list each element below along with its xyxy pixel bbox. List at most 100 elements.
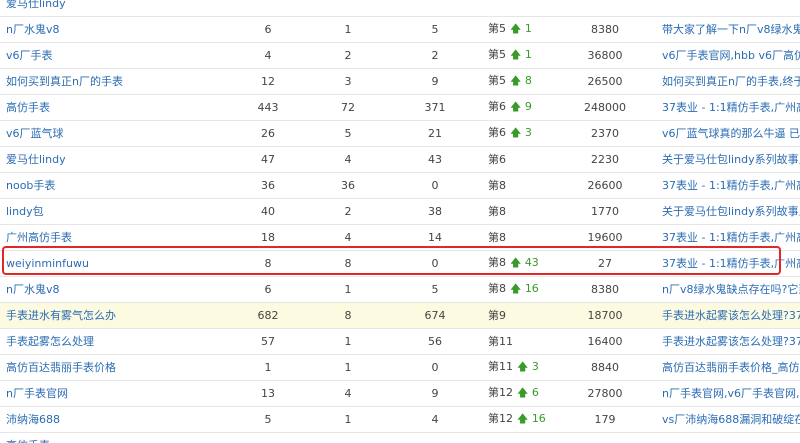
count-cell-c3: 43 bbox=[388, 146, 482, 173]
keyword-link[interactable]: 沛纳海688 bbox=[6, 413, 60, 426]
count-cell-c2: 2 bbox=[308, 198, 388, 225]
page-title-link[interactable]: v6厂蓝气球真的那么牛逼 已经到了可以进专柜 bbox=[662, 127, 800, 140]
keyword-link[interactable]: 高仿手表 bbox=[6, 101, 50, 114]
count-cell-c3 bbox=[388, 0, 482, 17]
up-arrow-icon: 🡅 bbox=[517, 359, 529, 373]
table-row: n厂水鬼v8615第5🡅 18380带大家了解一下n厂v8绿水鬼调节时间的方法 … bbox=[0, 16, 800, 43]
rank-cell: 第8 bbox=[482, 198, 554, 225]
keyword-cell: v6厂蓝气球 bbox=[0, 120, 228, 147]
keyword-cell: n厂手表官网 bbox=[0, 380, 228, 407]
count-cell-c1: 4 bbox=[228, 42, 308, 69]
keyword-link[interactable]: 如何买到真正n厂的手表 bbox=[6, 75, 123, 88]
up-arrow-icon: 🡅 bbox=[517, 385, 529, 399]
page-title-link[interactable]: 手表进水起雾该怎么处理?37教你简单几招完美 bbox=[662, 309, 800, 322]
index-cell: 8380 bbox=[554, 276, 656, 303]
keyword-link[interactable]: v6厂蓝气球 bbox=[6, 127, 64, 140]
keyword-link[interactable]: weiyinminfuwu bbox=[6, 257, 89, 270]
page-title-link[interactable]: vs厂沛纳海688漏洞和破绽在哪里?vs厂688质 bbox=[662, 413, 800, 426]
keyword-link[interactable]: 手表起雾怎么处理 bbox=[6, 335, 94, 348]
page-title-link[interactable]: 带大家了解一下n厂v8绿水鬼调节时间的方法 - bbox=[662, 23, 800, 36]
keyword-cell: weiyinminfuwu bbox=[0, 250, 228, 277]
title-cell: 手表进水起雾该怎么处理?37教你简单几招完美 bbox=[656, 328, 800, 355]
rank-change-value: 16 bbox=[531, 411, 546, 425]
table-row: v6厂蓝气球 26521 第6 🡅 3 2370 v6厂蓝气球真的那么牛逼 已经到了可以进… bbox=[0, 120, 800, 147]
rank-change-value: 9 bbox=[524, 99, 532, 113]
index-cell: 27 bbox=[554, 250, 656, 277]
rank-label: 第6 bbox=[488, 99, 506, 113]
rank-label: 第6 bbox=[488, 125, 506, 139]
count-cell-c3: 5 bbox=[388, 276, 482, 303]
keyword-link[interactable]: n厂手表官网 bbox=[6, 387, 68, 400]
count-cell-c2: 4 bbox=[308, 146, 388, 173]
rank-change-value: 43 bbox=[524, 255, 539, 269]
keyword-link[interactable]: 手表进水有雾气怎么办 bbox=[6, 309, 116, 322]
page-title-link[interactable]: n厂手表官网,v6厂手表官网,hbb v6厂高仿手表 bbox=[662, 387, 800, 400]
page-title-link[interactable]: 如何买到真正n厂的手表,终于找到哪里拿货了 - bbox=[662, 75, 800, 88]
title-cell: v6厂手表官网,hbb v6厂高仿手表 - 37表业 bbox=[656, 42, 800, 69]
title-cell bbox=[656, 0, 800, 17]
keyword-link[interactable]: noob手表 bbox=[6, 179, 55, 192]
rank-cell: 第11 bbox=[482, 328, 554, 355]
count-cell-c1: 40 bbox=[228, 198, 308, 225]
keyword-link[interactable]: lindy包 bbox=[6, 205, 44, 218]
page-title-link[interactable]: 37表业 - 1:1精仿手表,广州高仿手表 noob n厂 bbox=[662, 179, 800, 192]
table-row: noob手表36360第82660037表业 - 1:1精仿手表,广州高仿手表 … bbox=[0, 172, 800, 199]
rank-change: 🡅 9 bbox=[510, 100, 532, 113]
up-arrow-icon: 🡅 bbox=[510, 99, 522, 113]
page-title-link[interactable]: 37表业 - 1:1精仿手表,广州高仿手表 noob n厂 bbox=[662, 231, 800, 244]
rank-label: 第11 bbox=[488, 335, 513, 348]
rank-label: 第5 bbox=[488, 21, 506, 35]
up-arrow-icon: 🡅 bbox=[510, 281, 522, 295]
table-row: 爱马仕lindy bbox=[0, 0, 800, 17]
index-cell: 179 bbox=[554, 406, 656, 433]
keyword-link[interactable]: 高仿手表 bbox=[6, 439, 50, 443]
page-title-link[interactable]: 手表进水起雾该怎么处理?37教你简单几招完美 bbox=[662, 335, 800, 348]
table-row: 手表进水有雾气怎么办 6828674 第9 18700 手表进水起雾该怎么处理?37教你… bbox=[0, 302, 800, 329]
count-cell-c1 bbox=[228, 432, 308, 443]
page-title-link[interactable]: 关于爱马仕包lindy系列故事,爱马仕就从lindy bbox=[662, 205, 800, 218]
count-cell-c2: 2 bbox=[308, 42, 388, 69]
up-arrow-icon: 🡅 bbox=[510, 73, 522, 87]
keyword-link[interactable]: 爱马仕lindy bbox=[6, 153, 66, 166]
rank-cell: 第5 🡅 8 bbox=[482, 68, 554, 95]
rank-change-value: 3 bbox=[531, 359, 539, 373]
page-title-link[interactable]: 37表业 - 1:1精仿手表,广州高仿手表 noob n厂 bbox=[662, 101, 800, 114]
keyword-ranking-table: 爱马仕lindy n厂水鬼v8 6 1 5 第5 🡅 1 8380 带大家了解一下n厂v8绿水鬼… bbox=[0, 0, 800, 443]
keyword-link[interactable]: n厂水鬼v8 bbox=[6, 23, 59, 36]
index-cell bbox=[554, 432, 656, 443]
count-cell-c1: 8 bbox=[228, 250, 308, 277]
keyword-link[interactable]: 广州高仿手表 bbox=[6, 231, 72, 244]
title-cell: 关于爱马仕包lindy系列故事,爱马仕就从lindy bbox=[656, 198, 800, 225]
rank-change: 🡅 3 bbox=[510, 126, 532, 139]
title-cell: 手表进水起雾该怎么处理?37教你简单几招完美 bbox=[656, 302, 800, 329]
keyword-cell: n厂水鬼v8 bbox=[0, 16, 228, 43]
rank-cell: 第6 🡅 3 bbox=[482, 120, 554, 147]
keyword-link[interactable]: 爱马仕lindy bbox=[6, 0, 66, 10]
title-cell: vs厂沛纳海688漏洞和破绽在哪里?vs厂688质 bbox=[656, 406, 800, 433]
page-title-link[interactable]: n厂v8绿水鬼缺点存在吗?它到底有没有缺点 bbox=[662, 283, 800, 296]
page-title-link[interactable]: 高仿百达翡丽手表价格_高仿百达翡丽手表多少 bbox=[662, 361, 800, 374]
count-cell-c1: 1 bbox=[228, 354, 308, 381]
count-cell-c3: 56 bbox=[388, 328, 482, 355]
count-cell-c2: 72 bbox=[308, 94, 388, 121]
title-cell: 带大家了解一下n厂v8绿水鬼调节时间的方法 - bbox=[656, 16, 800, 43]
page-title-link[interactable]: v6厂手表官网,hbb v6厂高仿手表 - 37表业 bbox=[662, 49, 800, 62]
keyword-link[interactable]: v6厂手表 bbox=[6, 49, 53, 62]
keyword-cell: 手表起雾怎么处理 bbox=[0, 328, 228, 355]
keyword-link[interactable]: 高仿百达翡丽手表价格 bbox=[6, 361, 116, 374]
count-cell-c3: 21 bbox=[388, 120, 482, 147]
page-title-link[interactable]: 关于爱马仕包lindy系列故事,爱马仕就从lindy bbox=[662, 153, 800, 166]
count-cell-c1 bbox=[228, 0, 308, 17]
page-title-link[interactable]: 37表业 - 1:1精仿手表,广州高仿手表 noob n厂 bbox=[662, 257, 800, 270]
table-row: 沛纳海688 514 第12 🡅 16 179 vs厂沛纳海688漏洞和破绽在哪里?vs厂… bbox=[0, 406, 800, 433]
up-arrow-icon: 🡅 bbox=[510, 255, 522, 269]
count-cell-c1: 47 bbox=[228, 146, 308, 173]
table-row: 如何买到真正n厂的手表 1239 第5 🡅 8 26500 如何买到真正n厂的手表,终于找… bbox=[0, 68, 800, 95]
rank-change-value: 1 bbox=[524, 47, 532, 61]
index-cell: 8380 bbox=[554, 16, 656, 43]
keyword-link[interactable]: n厂水鬼v8 bbox=[6, 283, 59, 296]
title-cell: 如何买到真正n厂的手表,终于找到哪里拿货了 - bbox=[656, 68, 800, 95]
table-row: v6厂手表422第5🡅 136800v6厂手表官网,hbb v6厂高仿手表 - … bbox=[0, 42, 800, 69]
count-cell-c1: 6 bbox=[228, 16, 308, 43]
count-cell-c3: 0 bbox=[388, 354, 482, 381]
